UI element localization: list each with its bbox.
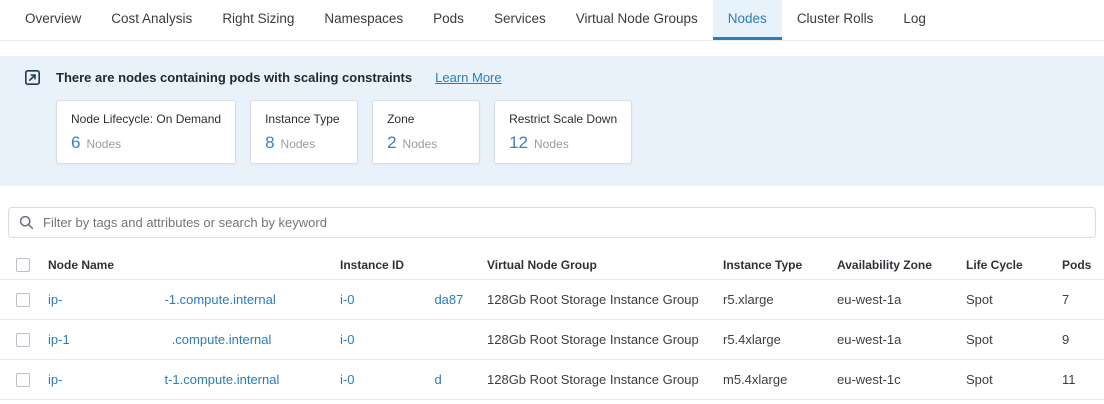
card-value: 8 [265,133,274,153]
row-checkbox[interactable] [16,333,30,347]
learn-more-link[interactable]: Learn More [435,70,501,85]
column-header-virtual-node-group: Virtual Node Group [487,258,723,272]
tab-services[interactable]: Services [479,0,561,40]
instance-type-cell: r5.4xlarge [723,332,837,347]
tab-log[interactable]: Log [888,0,941,40]
virtual-node-group-cell: 128Gb Root Storage Instance Group [487,332,723,347]
constraint-cards: Node Lifecycle: On Demand 6 Nodes Instan… [56,100,1080,164]
filter-bar [8,207,1096,238]
instance-type-cell: r5.xlarge [723,292,837,307]
tab-virtual-node-groups[interactable]: Virtual Node Groups [561,0,713,40]
life-cycle-cell: Spot [966,372,1062,387]
card-instance-type[interactable]: Instance Type 8 Nodes [250,100,358,164]
tab-namespaces[interactable]: Namespaces [309,0,418,40]
card-value: 12 [509,133,528,153]
banner-message: There are nodes containing pods with sca… [56,70,412,85]
card-node-lifecycle[interactable]: Node Lifecycle: On Demand 6 Nodes [56,100,236,164]
redacted [354,343,434,344]
column-header-pods: Pods [1062,258,1104,272]
instance-type-cell: m5.4xlarge [723,372,837,387]
table-row: ip-1.compute.internal i-0 128Gb Root Sto… [0,320,1104,360]
redacted [354,303,434,304]
virtual-node-group-cell: 128Gb Root Storage Instance Group [487,292,723,307]
card-title: Instance Type [265,112,343,126]
column-header-node-name: Node Name [48,258,340,272]
column-header-instance-type: Instance Type [723,258,837,272]
tab-cluster-rolls[interactable]: Cluster Rolls [782,0,889,40]
card-title: Node Lifecycle: On Demand [71,112,221,126]
life-cycle-cell: Spot [966,332,1062,347]
nodes-table: Node Name Instance ID Virtual Node Group… [0,250,1104,400]
search-icon [19,215,34,230]
card-unit: Nodes [403,137,438,151]
column-header-availability-zone: Availability Zone [837,258,966,272]
node-name-link[interactable]: ip-1.compute.internal [48,332,271,347]
select-all-checkbox[interactable] [16,258,30,272]
column-header-life-cycle: Life Cycle [966,258,1062,272]
card-zone[interactable]: Zone 2 Nodes [372,100,480,164]
availability-zone-cell: eu-west-1a [837,292,966,307]
tab-pods[interactable]: Pods [418,0,479,40]
card-value: 2 [387,133,396,153]
search-input[interactable] [43,215,1085,230]
table-row: ip--1.compute.internal i-0da87 128Gb Roo… [0,280,1104,320]
column-header-instance-id: Instance ID [340,258,487,272]
table-header: Node Name Instance ID Virtual Node Group… [0,250,1104,280]
card-unit: Nodes [534,137,569,151]
row-checkbox[interactable] [16,293,30,307]
virtual-node-group-cell: 128Gb Root Storage Instance Group [487,372,723,387]
node-name-link[interactable]: ip--1.compute.internal [48,292,276,307]
redacted [62,303,164,304]
card-restrict-scale-down[interactable]: Restrict Scale Down 12 Nodes [494,100,632,164]
availability-zone-cell: eu-west-1c [837,372,966,387]
redacted [62,383,164,384]
instance-id-link[interactable]: i-0 [340,332,434,347]
tab-right-sizing[interactable]: Right Sizing [207,0,309,40]
availability-zone-cell: eu-west-1a [837,332,966,347]
card-title: Restrict Scale Down [509,112,617,126]
card-title: Zone [387,112,465,126]
card-value: 6 [71,133,80,153]
pods-cell: 9 [1062,332,1104,347]
table-row: ip-t-1.compute.internal i-0d 128Gb Root … [0,360,1104,400]
card-unit: Nodes [86,137,121,151]
tab-bar: Overview Cost Analysis Right Sizing Name… [0,0,1104,41]
row-checkbox[interactable] [16,373,30,387]
instance-id-link[interactable]: i-0d [340,372,442,387]
redacted [354,383,434,384]
node-name-link[interactable]: ip-t-1.compute.internal [48,372,279,387]
pods-cell: 7 [1062,292,1104,307]
redacted [70,343,172,344]
scaling-constraints-icon [24,69,41,86]
scaling-constraints-banner: There are nodes containing pods with sca… [0,56,1104,186]
tab-cost-analysis[interactable]: Cost Analysis [96,0,207,40]
tab-overview[interactable]: Overview [10,0,96,40]
life-cycle-cell: Spot [966,292,1062,307]
card-unit: Nodes [281,137,316,151]
pods-cell: 11 [1062,372,1104,387]
instance-id-link[interactable]: i-0da87 [340,292,463,307]
tab-nodes[interactable]: Nodes [713,0,782,40]
